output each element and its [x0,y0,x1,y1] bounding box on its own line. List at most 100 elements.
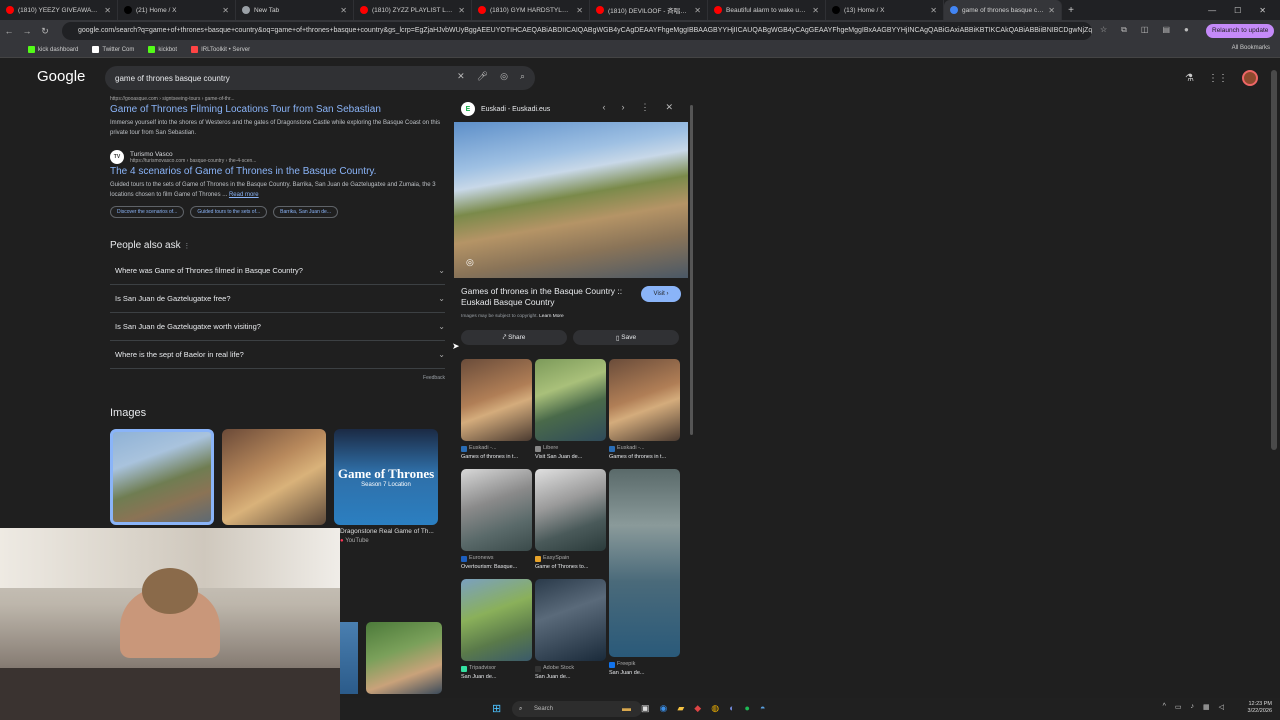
lens-icon[interactable]: ◎ [500,71,508,82]
url-field[interactable]: google.com/search?q=game+of+thrones+basq… [62,22,1092,40]
browser-tab[interactable]: (1810) DEVILOOF - 斉唱歌唱 ✕ [590,0,708,20]
share-button[interactable]: ⤤ Share [461,330,567,345]
related-image-label[interactable]: Euskadi -... Games of thrones in t... [609,444,681,462]
browser-tab[interactable]: game of thrones basque country✕ [944,0,1062,20]
related-image[interactable] [461,469,532,551]
network-icon[interactable]: ▦ [1203,703,1210,711]
relaunch-button[interactable]: Relaunch to update [1206,24,1275,38]
close-window-icon[interactable]: ✕ [1259,6,1266,15]
extension-icon[interactable]: ◫ [1141,25,1149,35]
tab-close-icon[interactable]: ✕ [930,6,937,15]
chip[interactable]: Barrika, San Juan de... [273,206,338,218]
image-result[interactable] [222,429,326,525]
related-image-label[interactable]: Euskadi -... Games of thrones in t... [461,444,533,462]
related-image-label[interactable]: Tripadvisor San Juan de... [461,664,533,682]
tab-close-icon[interactable]: ✕ [576,6,583,15]
search-icon[interactable]: ⌕ [520,71,525,82]
page-scrollbar[interactable] [1271,70,1277,450]
bookmark-item[interactable]: IRLToolkit • Server [191,46,250,53]
browser-tab[interactable]: New Tab ✕ [236,0,354,20]
more-icon[interactable]: ⋮ [640,102,649,113]
panel-scrollbar[interactable] [690,105,693,435]
lens-icon[interactable]: ◎ [466,257,474,268]
app-icon[interactable]: ◆ [694,703,701,714]
result-source[interactable]: TV Turismo Vasco https://turismovasco.co… [110,150,445,164]
spotify-icon[interactable]: ● [745,703,750,714]
discord-icon[interactable]: ◐ [729,703,734,714]
sidepanel-icon[interactable]: ▤ [1162,25,1170,35]
image-result-selected[interactable] [110,429,214,525]
taskbar-clock[interactable]: 12:23 PM 3/22/2026 [1248,701,1272,715]
minimize-icon[interactable]: — [1208,6,1216,15]
next-icon[interactable]: › [621,102,624,113]
avatar[interactable] [1242,70,1258,86]
feedback-link[interactable]: Feedback [110,375,445,381]
browser-tab[interactable]: Beautiful alarm to wake up to ✕ [708,0,826,20]
browser-tab[interactable]: (1810) ZYZZ PLAYLIST LEGEND✕ [354,0,472,20]
reload-icon[interactable]: ↻ [36,26,54,37]
result-title-2[interactable]: The 4 scenarios of Game of Thrones in th… [110,166,445,177]
search-box[interactable]: game of thrones basque country ✕ 🎤︎ ◎ ⌕ [105,66,535,90]
task-view-icon[interactable]: ▣ [641,703,650,714]
mic-icon[interactable]: ♪ [1190,703,1194,711]
back-icon[interactable]: ← [0,26,18,36]
related-image[interactable] [609,469,680,657]
bookmark-item[interactable]: kick dashboard [28,46,78,53]
panel-site[interactable]: Euskadi - Euskadi.eus [481,106,550,113]
related-image[interactable] [535,469,606,551]
paa-question[interactable]: Where is the sept of Baelor in real life… [110,341,445,369]
close-icon[interactable]: ✕ [665,102,673,113]
forward-icon[interactable]: → [18,26,36,36]
read-more-link[interactable]: Read more [229,192,259,198]
related-image[interactable] [535,579,606,661]
related-image[interactable] [461,359,532,441]
related-image-label[interactable]: Libere Visit San Juan de... [535,444,607,462]
related-image[interactable] [461,579,532,661]
edge-icon[interactable]: ◉ [660,703,668,714]
related-image-label[interactable]: Freepik San Juan de... [609,660,681,678]
apps-grid-icon[interactable]: ⋮⋮ [1208,73,1228,84]
battery-icon[interactable]: ▭ [1175,703,1182,711]
tab-close-icon[interactable]: ✕ [1048,6,1055,15]
paa-question[interactable]: Where was Game of Thrones filmed in Basq… [110,257,445,285]
maximize-icon[interactable]: ☐ [1234,6,1241,15]
tab-close-icon[interactable]: ✕ [458,6,465,15]
related-image-label[interactable]: Adobe Stock San Juan de... [535,664,607,682]
folder-icon[interactable]: ▰ [677,703,684,714]
volume-icon[interactable]: ◁ [1219,703,1224,711]
browser-tab[interactable]: (1810) YEEZY GIVEAWAY!!! | 67✕ [0,0,118,20]
bookmark-item[interactable]: kickbot [148,46,177,53]
tab-close-icon[interactable]: ✕ [104,6,111,15]
related-image[interactable] [535,359,606,441]
tab-close-icon[interactable]: ✕ [222,6,229,15]
image-caption[interactable]: Dragonstone Real Game of Th... [340,528,434,535]
paa-question[interactable]: Is San Juan de Gaztelugatxe worth visiti… [110,313,445,341]
chevron-up-icon[interactable]: ^ [1163,703,1166,711]
save-button[interactable]: ▯ Save [573,330,679,345]
chip[interactable]: Guided tours to the sets of... [190,206,268,218]
bookmark-item[interactable]: Twitter Com [92,46,134,53]
profile-icon[interactable]: ● [1184,25,1189,35]
related-image-label[interactable]: EasySpain Game of Thrones to... [535,554,607,572]
browser-tab[interactable]: (1810) GYM HARDSTYLE 😮 - I ✕ [472,0,590,20]
more-options-icon[interactable]: ⋮ [183,243,190,250]
new-tab-button[interactable]: + [1062,5,1080,16]
extensions-icon[interactable]: ⧉ [1121,25,1127,35]
tab-close-icon[interactable]: ✕ [340,6,347,15]
image-result[interactable] [366,622,442,694]
star-icon[interactable]: ☆ [1100,25,1107,35]
tab-close-icon[interactable]: ✕ [812,6,819,15]
related-image-label[interactable]: Euronews Overtourism: Basque... [461,554,533,572]
preview-title[interactable]: Games of thrones in the Basque Country :… [461,286,641,308]
all-bookmarks-button[interactable]: All Bookmarks [1232,45,1270,51]
file-explorer-icon[interactable]: ▬ [622,703,631,714]
steam-icon[interactable]: ◓ [760,703,765,714]
search-input[interactable]: game of thrones basque country [115,74,230,83]
google-logo[interactable]: Google [37,68,85,85]
clear-icon[interactable]: ✕ [457,71,465,82]
windows-start-icon[interactable]: ⊞ [492,702,501,715]
image-result-partial[interactable] [340,622,358,694]
visit-button[interactable]: Visit › [641,286,681,302]
result-title-1[interactable]: Game of Thrones Filming Locations Tour f… [110,104,445,115]
related-image[interactable] [609,359,680,441]
